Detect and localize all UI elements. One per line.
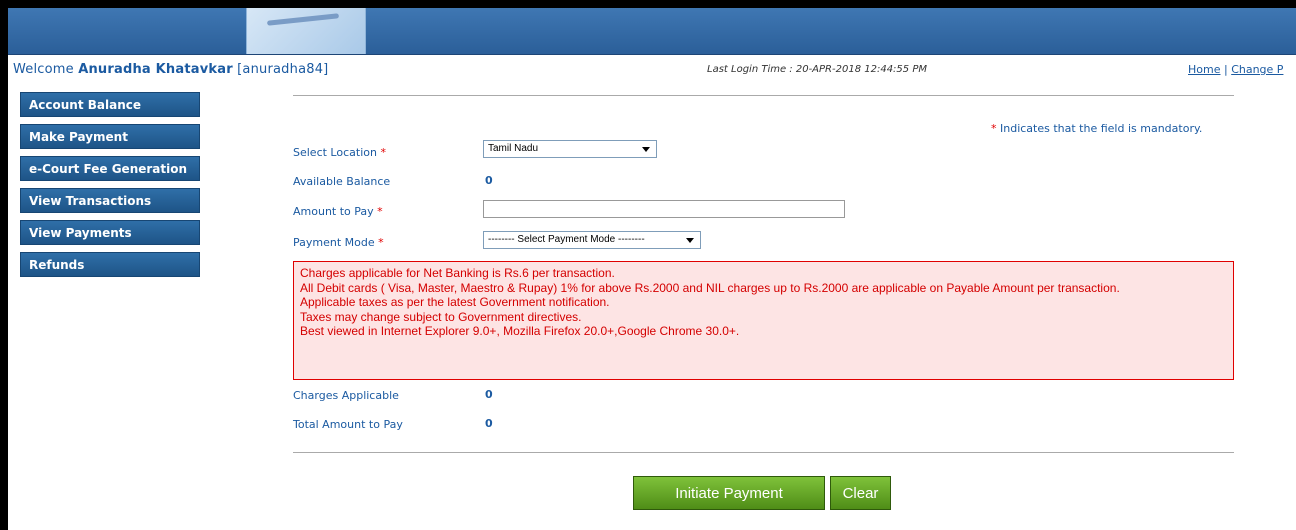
home-link[interactable]: Home xyxy=(1188,63,1220,76)
banner-logo-image xyxy=(246,8,366,54)
change-password-link[interactable]: Change P xyxy=(1231,63,1283,76)
divider-top xyxy=(293,95,1234,96)
total-label: Total Amount to Pay xyxy=(293,418,403,431)
amount-label: Amount to Pay * xyxy=(293,205,383,218)
sidebar-item-view-payments[interactable]: View Payments xyxy=(20,220,200,245)
balance-value: 0 xyxy=(485,174,493,187)
page-frame: Welcome Anuradha Khatavkar [anuradha84] … xyxy=(8,8,1296,530)
payment-mode-label-text: Payment Mode xyxy=(293,236,375,249)
chevron-down-icon xyxy=(686,238,694,243)
mandatory-star: * xyxy=(991,122,997,135)
charges-label: Charges Applicable xyxy=(293,389,399,402)
payment-mode-label: Payment Mode * xyxy=(293,236,384,249)
top-links: Home | Change P xyxy=(1188,63,1283,76)
welcome-row: Welcome Anuradha Khatavkar [anuradha84] … xyxy=(8,62,1296,82)
total-value: 0 xyxy=(485,417,493,430)
location-select[interactable]: Tamil Nadu xyxy=(483,140,657,158)
payment-mode-select-value: -------- Select Payment Mode -------- xyxy=(488,234,645,245)
payment-mode-required-star: * xyxy=(378,236,384,249)
user-name: Anuradha Khatavkar xyxy=(78,62,233,77)
notice-line: Taxes may change subject to Government d… xyxy=(300,309,582,324)
sidebar-item-account-balance[interactable]: Account Balance xyxy=(20,92,200,117)
sidebar-item-ecourt-fee-generation[interactable]: e-Court Fee Generation xyxy=(20,156,200,181)
amount-label-text: Amount to Pay xyxy=(293,205,374,218)
payment-mode-select[interactable]: -------- Select Payment Mode -------- xyxy=(483,231,701,249)
sidebar-item-refunds[interactable]: Refunds xyxy=(20,252,200,277)
link-separator: | xyxy=(1220,63,1232,76)
mandatory-note: * Indicates that the field is mandatory. xyxy=(991,122,1202,135)
sidebar-menu: Account Balance Make Payment e-Court Fee… xyxy=(20,92,200,284)
user-id: [anuradha84] xyxy=(237,62,329,77)
header-banner xyxy=(8,8,1296,55)
amount-input[interactable] xyxy=(483,200,845,218)
clear-button[interactable]: Clear xyxy=(830,476,891,510)
chevron-down-icon xyxy=(642,147,650,152)
location-required-star: * xyxy=(380,146,386,159)
notice-line: All Debit cards ( Visa, Master, Maestro … xyxy=(300,280,1120,295)
sidebar-item-make-payment[interactable]: Make Payment xyxy=(20,124,200,149)
charges-notice-box: Charges applicable for Net Banking is Rs… xyxy=(293,261,1234,380)
location-label-text: Select Location xyxy=(293,146,377,159)
notice-line: Charges applicable for Net Banking is Rs… xyxy=(300,266,615,280)
notice-line: Best viewed in Internet Explorer 9.0+, M… xyxy=(300,324,740,339)
sidebar-item-view-transactions[interactable]: View Transactions xyxy=(20,188,200,213)
divider-bottom xyxy=(293,452,1234,453)
location-select-value: Tamil Nadu xyxy=(488,143,539,154)
welcome-text: Welcome Anuradha Khatavkar [anuradha84] xyxy=(13,62,328,77)
mandatory-note-text: Indicates that the field is mandatory. xyxy=(1000,122,1203,135)
amount-required-star: * xyxy=(377,205,383,218)
last-login-time: Last Login Time : 20-APR-2018 12:44:55 P… xyxy=(707,64,927,75)
initiate-payment-button[interactable]: Initiate Payment xyxy=(633,476,825,510)
charges-value: 0 xyxy=(485,388,493,401)
notice-line: Applicable taxes as per the latest Gover… xyxy=(300,295,610,310)
welcome-prefix: Welcome xyxy=(13,62,79,77)
location-label: Select Location * xyxy=(293,146,386,159)
balance-label: Available Balance xyxy=(293,175,391,188)
